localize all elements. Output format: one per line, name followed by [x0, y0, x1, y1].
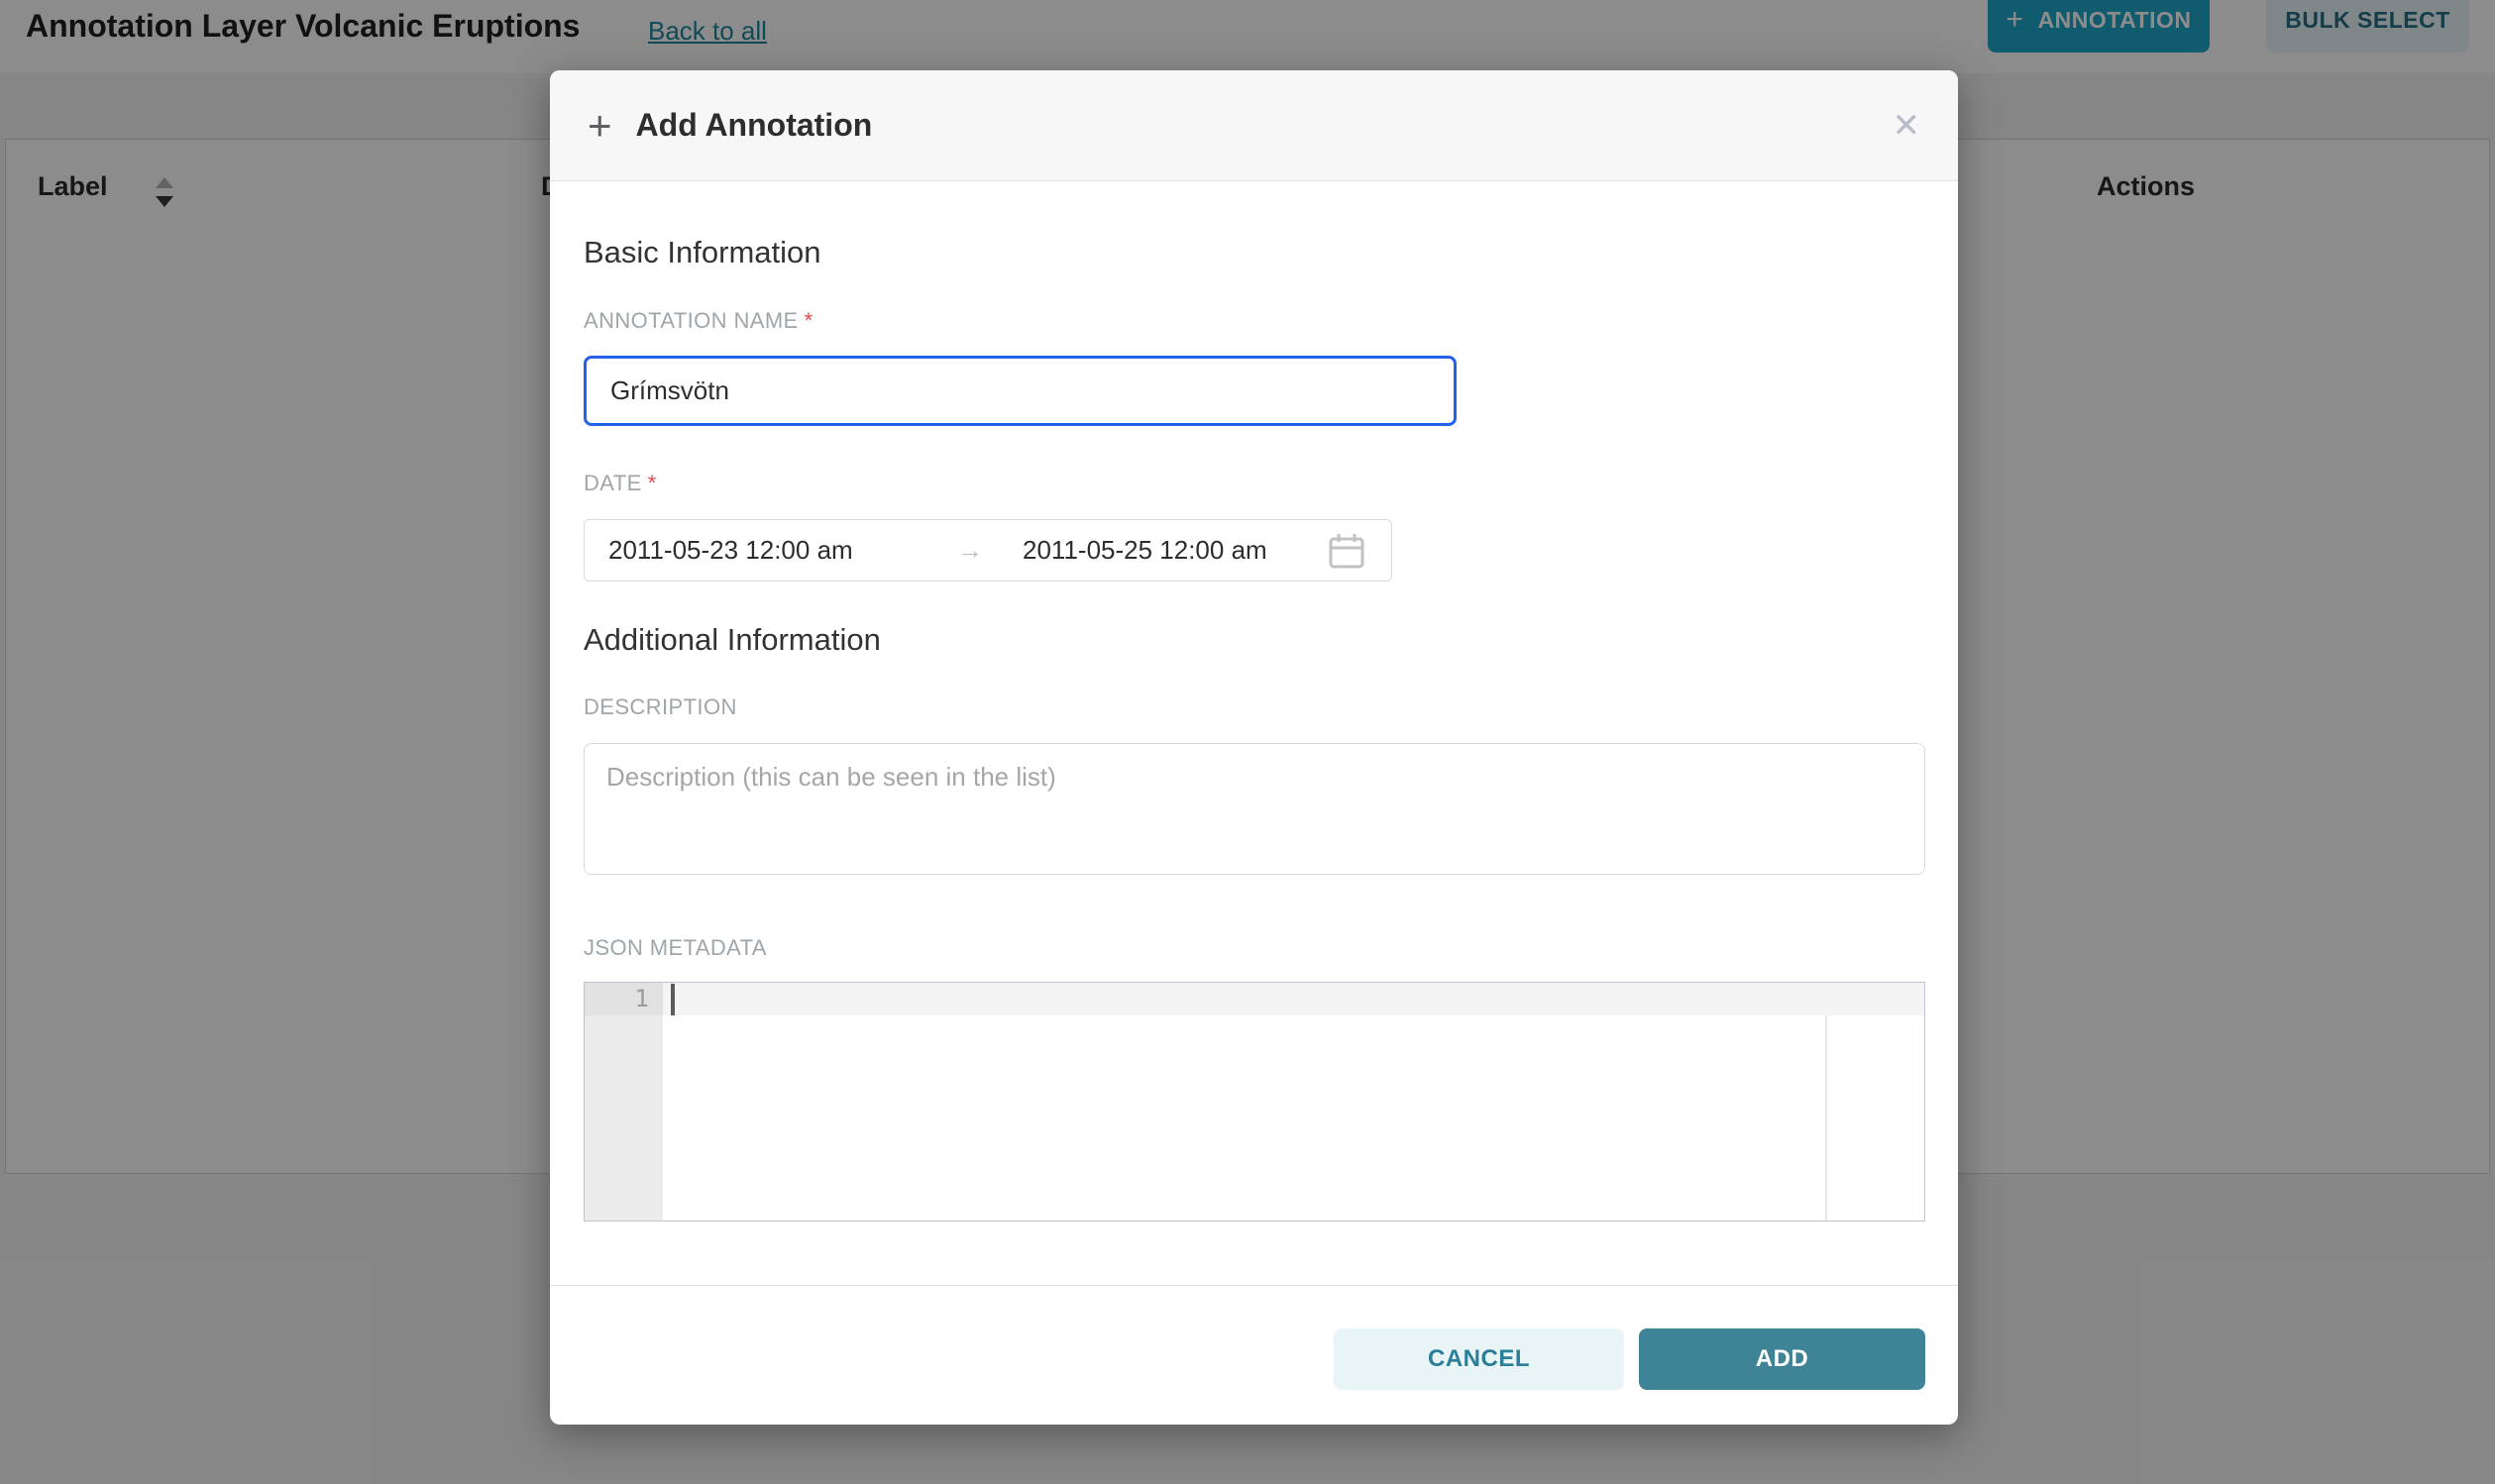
date-range-picker[interactable]: 2011-05-23 12:00 am → 2011-05-25 12:00 a… — [584, 519, 1392, 582]
close-icon[interactable]: ✕ — [1893, 109, 1921, 143]
modal-title: Add Annotation — [636, 107, 873, 144]
add-button[interactable]: ADD — [1639, 1328, 1925, 1390]
editor-active-line — [663, 983, 1924, 1015]
screen: Annotation Layer Volcanic Eruptions Back… — [0, 0, 2495, 1484]
required-mark: * — [648, 471, 657, 495]
section-basic-information: Basic Information — [584, 235, 821, 270]
editor-cursor — [671, 984, 675, 1015]
description-label: DESCRIPTION — [584, 694, 737, 720]
arrow-right-icon: → — [957, 535, 1003, 566]
annotation-name-input[interactable] — [584, 356, 1457, 426]
editor-print-margin — [1825, 1015, 1827, 1220]
description-textarea[interactable] — [584, 743, 1925, 875]
annotation-name-label-text: ANNOTATION NAME — [584, 308, 799, 333]
editor-gutter — [585, 983, 663, 1220]
modal-header: + Add Annotation ✕ — [550, 70, 1958, 181]
calendar-icon — [1326, 530, 1367, 572]
plus-icon: + — [588, 105, 612, 147]
footer-divider — [550, 1285, 1958, 1286]
date-label-text: DATE — [584, 471, 642, 495]
date-end-value[interactable]: 2011-05-25 12:00 am — [1023, 535, 1267, 566]
json-metadata-editor[interactable]: 1 — [584, 982, 1925, 1221]
json-metadata-label: JSON METADATA — [584, 935, 767, 961]
annotation-name-label: ANNOTATION NAME* — [584, 308, 814, 334]
add-annotation-modal: + Add Annotation ✕ Basic Information ANN… — [550, 70, 1958, 1425]
required-mark: * — [805, 308, 814, 333]
section-additional-information: Additional Information — [584, 622, 881, 658]
date-start-value[interactable]: 2011-05-23 12:00 am — [608, 535, 957, 566]
date-label: DATE* — [584, 471, 657, 496]
editor-line-number: 1 — [585, 983, 663, 1015]
cancel-button[interactable]: CANCEL — [1334, 1328, 1624, 1390]
